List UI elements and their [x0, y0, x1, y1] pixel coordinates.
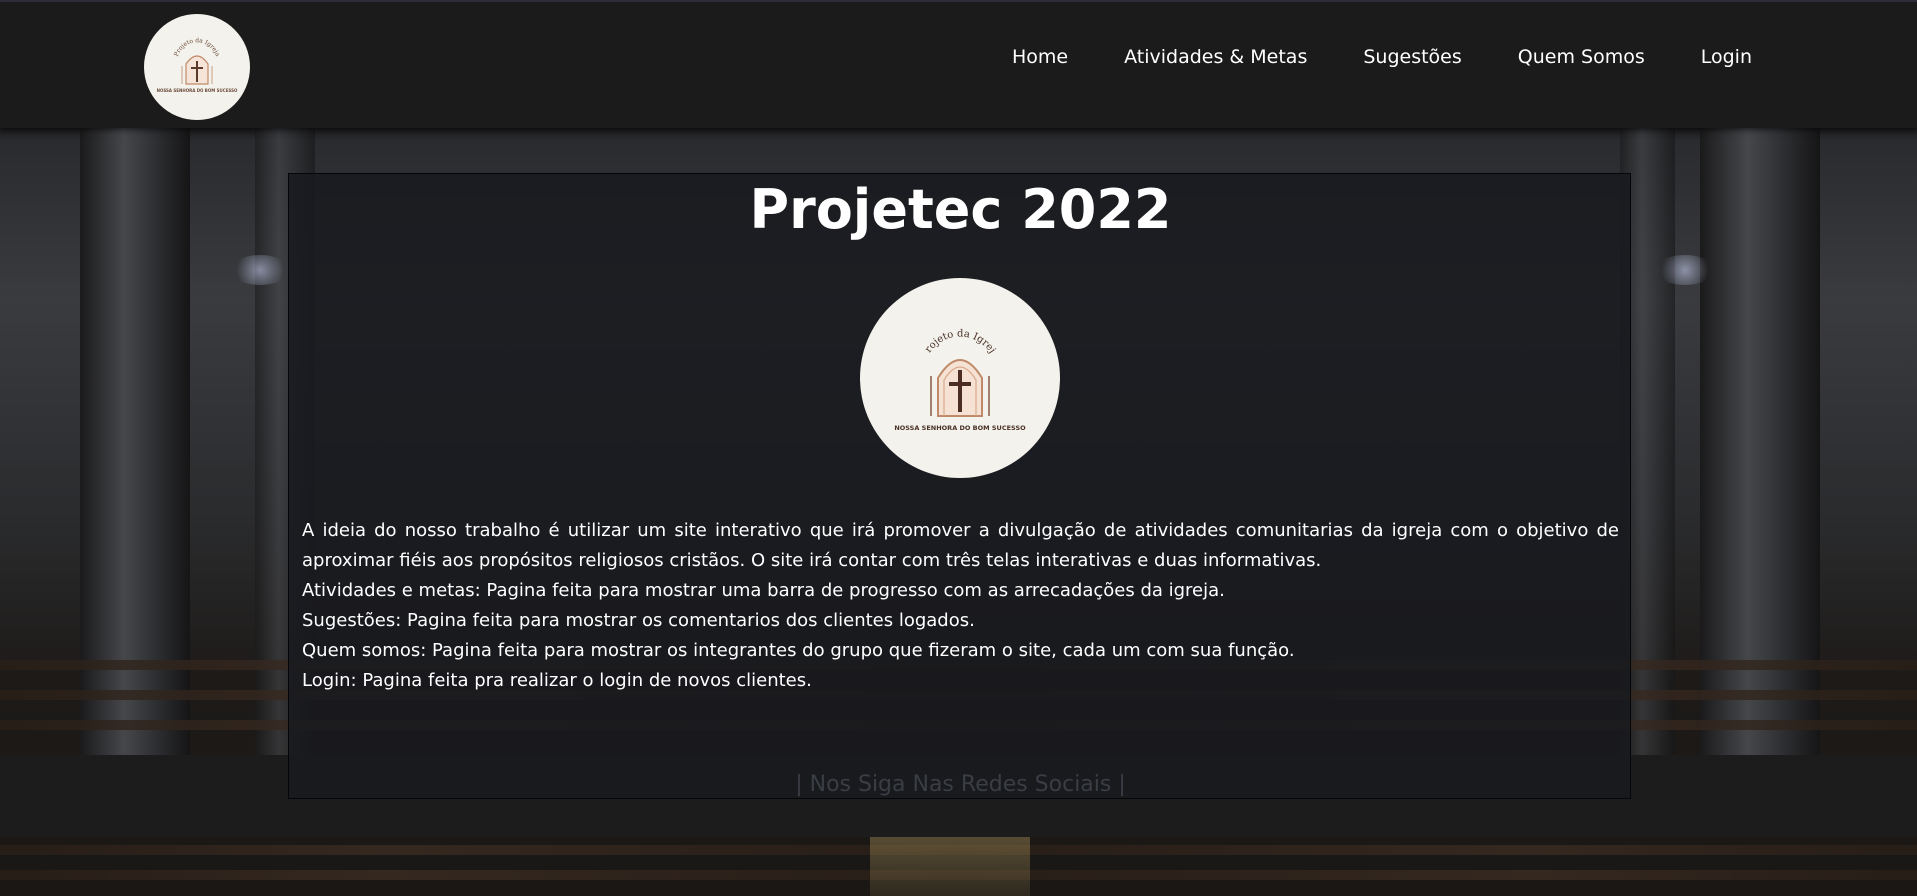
logo-sub-text: NOSSA SENHORA DO BOM SUCESSO [894, 424, 1026, 432]
main-logo: Projeto da Igreja NOSSA SENHORA DO BOM S… [860, 278, 1060, 478]
project-info-card: Projetec 2022 Projeto da Igreja NOSSA SE… [288, 173, 1631, 799]
main-nav: Home Atividades & Metas Sugestões Quem S… [956, 46, 1752, 68]
description-paragraph-quem-somos: Quem somos: Pagina feita para mostrar os… [302, 640, 1295, 661]
logo-arc-text: Projeto da Igreja [173, 37, 221, 58]
church-window-cross-logo-icon: Projeto da Igreja NOSSA SENHORA DO BOM S… [860, 278, 1026, 432]
description-paragraph-login: Login: Pagina feita pra realizar o login… [302, 670, 812, 691]
church-window-cross-logo-icon: Projeto da Igreja NOSSA SENHORA DO BOM S… [157, 37, 238, 93]
background-lamp [230, 255, 290, 285]
page-title: Projetec 2022 [749, 178, 1172, 241]
nav-link-quem-somos[interactable]: Quem Somos [1518, 46, 1645, 68]
description-paragraph-sugestoes: Sugestões: Pagina feita para mostrar os … [302, 610, 975, 631]
logo-arc-text: Projeto da Igreja [860, 278, 997, 356]
svg-text:Projeto da Igreja: Projeto da Igreja [860, 278, 997, 356]
description-paragraph-atividades: Atividades e metas: Pagina feita para mo… [302, 580, 1225, 601]
background-lamp [1655, 255, 1715, 285]
social-media-link[interactable]: | Nos Siga Nas Redes Sociais | [289, 772, 1632, 798]
description-paragraph-intro: A ideia do nosso trabalho é utilizar um … [302, 520, 1619, 571]
header-logo[interactable]: Projeto da Igreja NOSSA SENHORA DO BOM S… [144, 14, 250, 120]
nav-link-login[interactable]: Login [1701, 46, 1752, 68]
top-navbar: Projeto da Igreja NOSSA SENHORA DO BOM S… [0, 0, 1917, 128]
background-pillar [80, 128, 190, 768]
project-description: A ideia do nosso trabalho é utilizar um … [302, 516, 1619, 696]
nav-link-sugestoes[interactable]: Sugestões [1363, 46, 1461, 68]
nav-link-atividades-metas[interactable]: Atividades & Metas [1124, 46, 1307, 68]
nav-link-home[interactable]: Home [1012, 46, 1068, 68]
svg-text:Projeto da Igreja: Projeto da Igreja [173, 37, 221, 58]
background-pillar [1700, 128, 1820, 768]
logo-sub-text: NOSSA SENHORA DO BOM SUCESSO [157, 88, 238, 93]
